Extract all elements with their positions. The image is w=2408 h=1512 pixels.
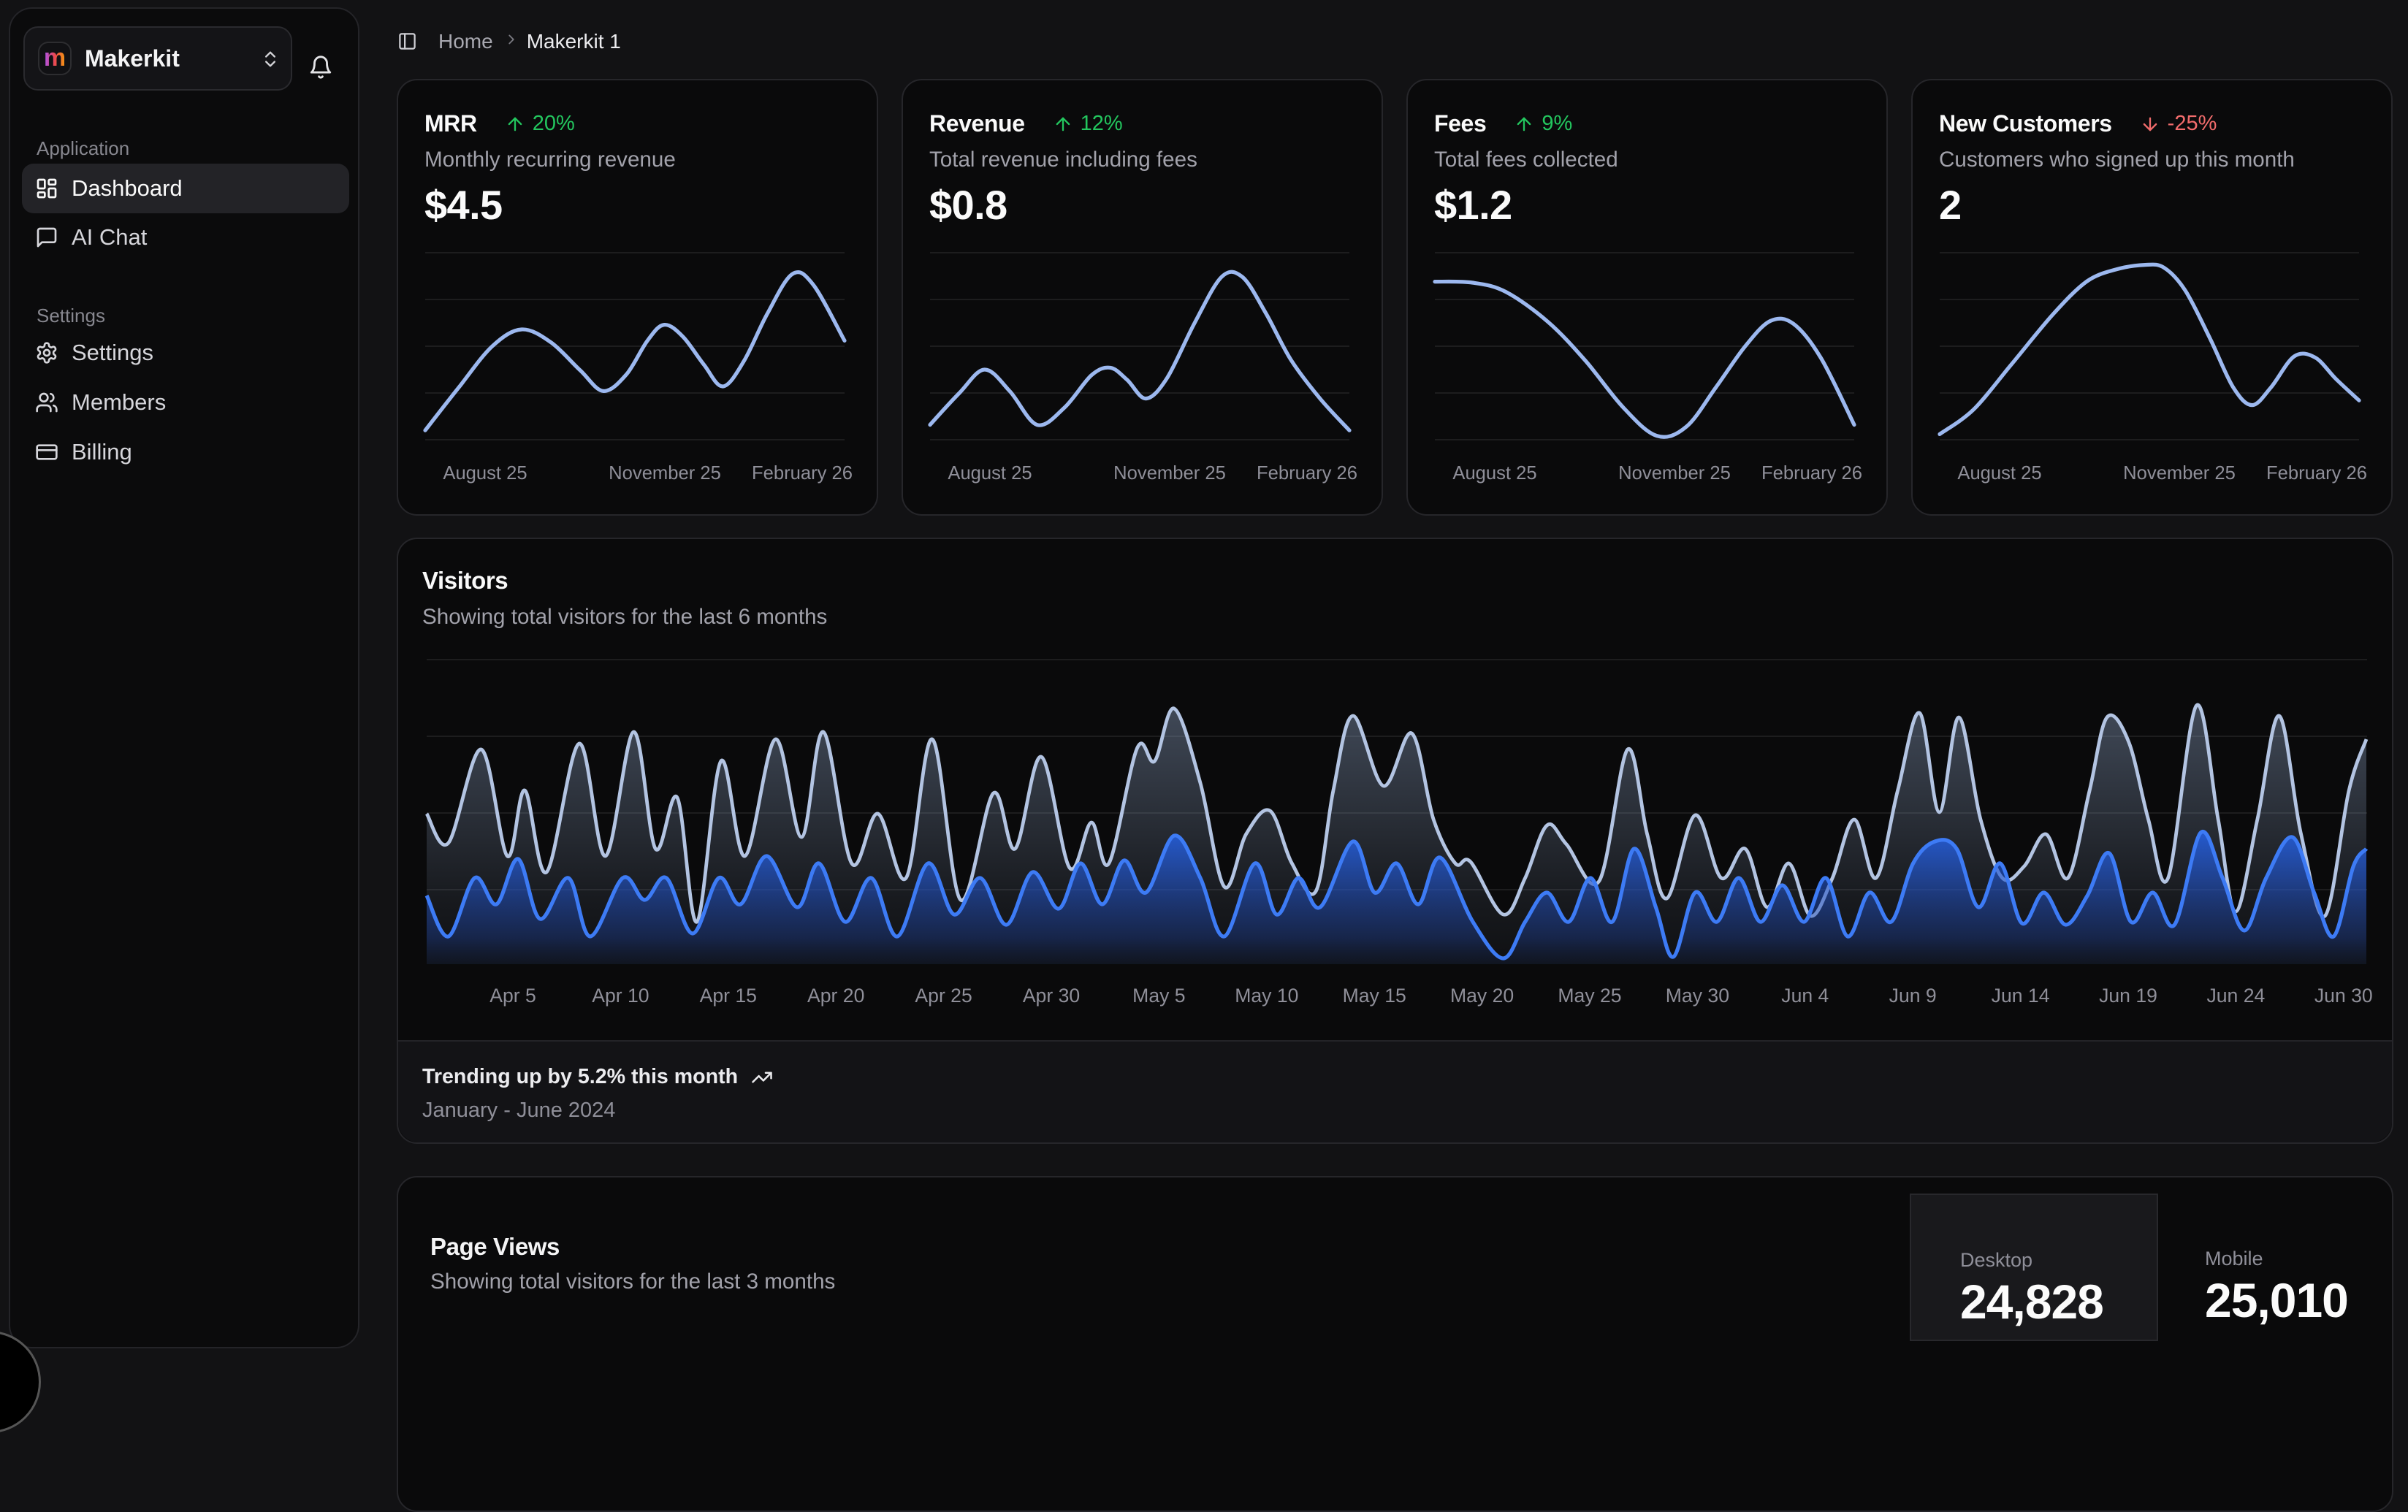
svg-text:m: m	[44, 44, 66, 72]
